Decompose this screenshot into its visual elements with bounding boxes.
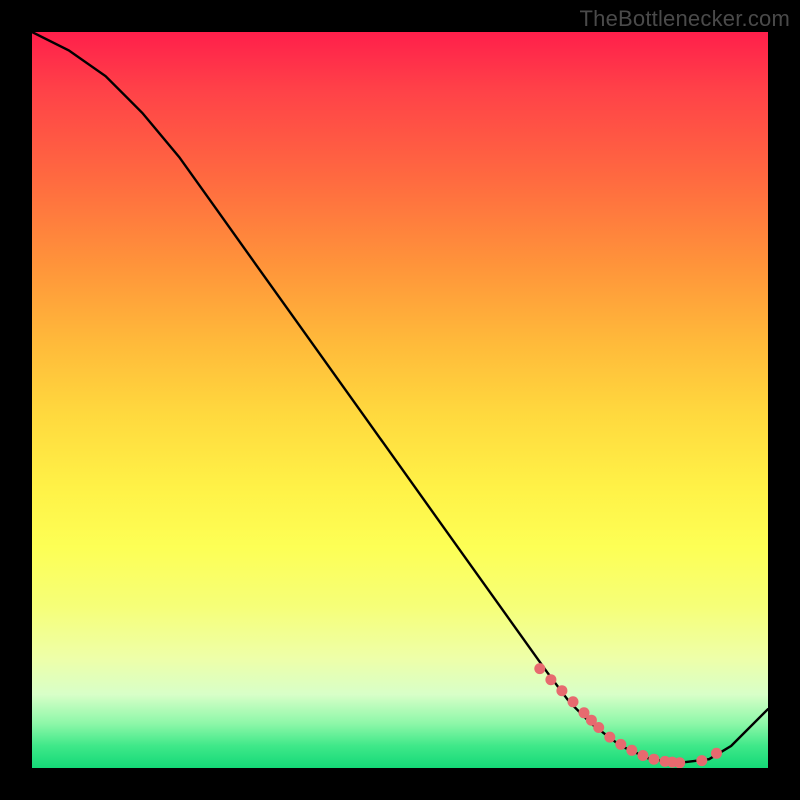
marker-dot [674, 757, 685, 768]
marker-dot [534, 663, 545, 674]
marker-dot [604, 732, 615, 743]
watermark-text: TheBottlenecker.com [580, 6, 790, 32]
marker-dot [637, 750, 648, 761]
chart-area [32, 32, 768, 768]
marker-dot [593, 722, 604, 733]
marker-dot [568, 696, 579, 707]
marker-dot [545, 674, 556, 685]
bottleneck-curve [32, 32, 768, 763]
marker-dot [696, 755, 707, 766]
chart-svg [32, 32, 768, 768]
marker-dot [626, 745, 637, 756]
marker-dot [556, 685, 567, 696]
highlight-markers [534, 663, 722, 768]
marker-dot [615, 739, 626, 750]
marker-dot [648, 754, 659, 765]
marker-dot [711, 748, 722, 759]
